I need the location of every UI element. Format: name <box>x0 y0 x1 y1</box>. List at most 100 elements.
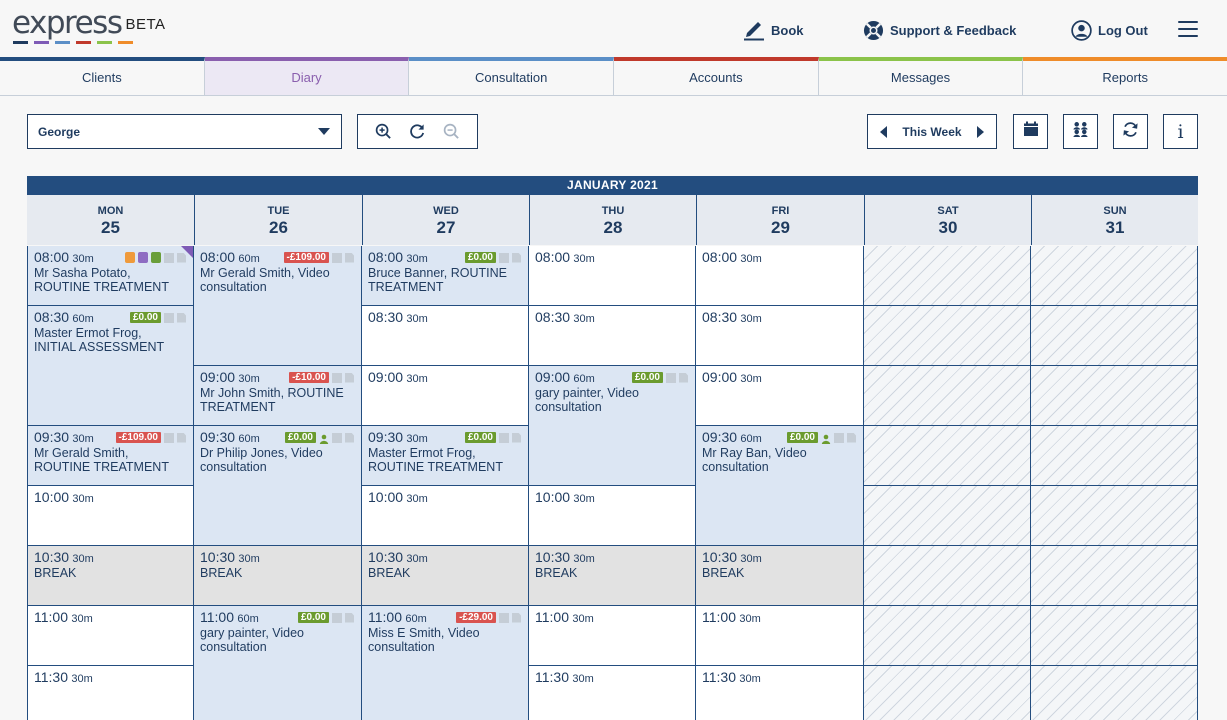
appointment[interactable]: 09:30 30m £0.00 Master Ermot Frog, ROUTINE… <box>362 426 529 486</box>
free-slot[interactable]: 11:30 30m <box>27 666 194 720</box>
appointment-status-icons: £0.00 <box>464 432 521 443</box>
express-logo[interactable]: express BETA <box>12 6 166 44</box>
note-icon <box>177 312 186 323</box>
day-header-fri[interactable]: FRI 29 <box>696 195 864 245</box>
tab-reports[interactable]: Reports <box>1023 57 1227 95</box>
appointment-description: Miss E Smith, Video consultation <box>368 626 480 654</box>
break-slot[interactable]: 10:30 30m BREAK <box>27 546 194 606</box>
appointment[interactable]: 08:00 30m Mr Sasha Potato, ROUTINE TREATM… <box>27 246 194 306</box>
support-feedback-button[interactable]: Support & Feedback <box>863 18 1016 42</box>
practitioner-select[interactable]: George <box>27 114 342 149</box>
tab-accounts[interactable]: Accounts <box>614 57 819 95</box>
appointment-description: Master Ermot Frog, INITIAL ASSESSMENT <box>34 326 165 354</box>
day-header-thu[interactable]: THU 28 <box>529 195 696 245</box>
slot-time: 10:00 <box>34 489 70 505</box>
slot-time: 11:00 <box>535 609 569 625</box>
slot-duration: 30m <box>406 373 428 385</box>
break-label: BREAK <box>368 566 411 580</box>
day-of-week: MON <box>97 205 124 217</box>
free-slot[interactable]: 08:00 30m <box>529 246 696 306</box>
week-navigator: This Week <box>867 114 997 149</box>
note-icon <box>345 432 354 443</box>
slot-time: 10:30 <box>702 549 738 565</box>
refresh-button[interactable] <box>1113 114 1148 149</box>
group-view-button[interactable] <box>1063 114 1098 149</box>
slot-time: 08:00 <box>535 249 571 265</box>
slot-duration: 60m <box>740 433 762 445</box>
next-week-icon[interactable] <box>976 125 984 138</box>
note-icon <box>679 372 688 383</box>
menu-icon[interactable] <box>1178 21 1198 37</box>
tab-diary[interactable]: Diary <box>204 57 410 95</box>
slot-duration: 60m <box>573 373 595 385</box>
free-slot[interactable]: 08:30 30m <box>529 306 696 366</box>
break-slot[interactable]: 10:30 30m BREAK <box>194 546 362 606</box>
appointment[interactable]: 09:00 60m £0.00 gary painter, Video consul… <box>529 366 696 486</box>
calendar-button[interactable] <box>1013 114 1048 149</box>
card-icon <box>164 432 174 443</box>
day-header-wed[interactable]: WED 27 <box>362 195 529 245</box>
reset-zoom-icon[interactable] <box>407 122 427 142</box>
free-slot[interactable]: 09:00 30m <box>362 366 529 426</box>
free-slot[interactable]: 11:00 30m <box>529 606 696 666</box>
slot-duration: 30m <box>406 493 428 505</box>
this-week-button[interactable]: This Week <box>902 125 961 139</box>
slot-duration: 30m <box>740 553 762 565</box>
free-slot[interactable]: 11:00 30m <box>27 606 194 666</box>
tab-clients[interactable]: Clients <box>0 57 205 95</box>
break-slot[interactable]: 10:30 30m BREAK <box>696 546 864 606</box>
appointment-status-icons: £0.00 <box>464 252 521 263</box>
tab-messages[interactable]: Messages <box>818 57 1024 95</box>
balance-badge: -£109.00 <box>115 432 161 443</box>
free-slot[interactable]: 11:00 30m <box>696 606 864 666</box>
appointment[interactable]: 09:30 60m £0.00 Dr Philip Jones, Video con… <box>194 426 362 546</box>
free-slot[interactable]: 09:00 30m <box>696 366 864 426</box>
slot-duration: 30m <box>739 673 761 685</box>
break-slot[interactable]: 10:30 30m BREAK <box>362 546 529 606</box>
appointment[interactable]: 08:00 60m -£109.00 Mr Gerald Smith, Video … <box>194 246 362 366</box>
appointment[interactable]: 11:00 60m £0.00 gary painter, Video consul… <box>194 606 362 720</box>
info-icon: i <box>1177 120 1184 143</box>
free-slot[interactable]: 08:00 30m <box>696 246 864 306</box>
free-slot[interactable]: 08:30 30m <box>696 306 864 366</box>
appointment[interactable]: 08:00 30m £0.00 Bruce Banner, ROUTINE TREA… <box>362 246 529 306</box>
appointment[interactable]: 09:30 60m £0.00 Mr Ray Ban, Video consulta… <box>696 426 864 546</box>
appointment[interactable]: 08:30 60m £0.00 Master Ermot Frog, INITIAL… <box>27 306 194 426</box>
break-slot[interactable]: 10:30 30m BREAK <box>529 546 696 606</box>
zoom-in-icon[interactable] <box>373 122 393 142</box>
unavailable-slot <box>1031 306 1198 366</box>
free-slot[interactable]: 11:30 30m <box>529 666 696 720</box>
slot-duration: 30m <box>238 553 260 565</box>
slot-time: 08:00 <box>702 249 738 265</box>
appointment[interactable]: 09:30 30m -£109.00 Mr Gerald Smith, ROUTIN… <box>27 426 194 486</box>
people-group-icon <box>1072 121 1089 143</box>
day-header-tue[interactable]: TUE 26 <box>194 195 362 245</box>
appointment-status-icons: £0.00 <box>786 432 856 444</box>
logo-color-bar <box>13 41 28 44</box>
tab-consultation[interactable]: Consultation <box>409 57 615 95</box>
free-slot[interactable]: 10:00 30m <box>529 486 696 546</box>
zoom-out-icon[interactable] <box>442 122 462 142</box>
free-slot[interactable]: 08:30 30m <box>362 306 529 366</box>
day-header-sun[interactable]: SUN 31 <box>1031 195 1198 245</box>
book-button[interactable]: Book <box>743 18 804 42</box>
slot-duration: 30m <box>572 673 594 685</box>
day-header-mon[interactable]: MON 25 <box>27 195 194 245</box>
free-slot[interactable]: 10:00 30m <box>362 486 529 546</box>
note-icon <box>177 432 186 443</box>
unavailable-slot <box>864 246 1031 306</box>
appointment[interactable]: 11:00 60m -£29.00 Miss E Smith, Video cons… <box>362 606 529 720</box>
day-header-sat[interactable]: SAT 30 <box>864 195 1031 245</box>
appointment-status-icons: £0.00 <box>631 372 688 383</box>
free-slot[interactable]: 10:00 30m <box>27 486 194 546</box>
slot-duration: 30m <box>406 253 428 265</box>
appointment-status-icons: -£109.00 <box>283 252 354 263</box>
free-slot[interactable]: 11:30 30m <box>696 666 864 720</box>
appointment[interactable]: 09:00 30m -£10.00 Mr John Smith, ROUTINE T… <box>194 366 362 426</box>
day-number: 25 <box>101 218 120 237</box>
appointment-description: gary painter, Video consultation <box>535 386 640 414</box>
balance-badge: -£109.00 <box>283 252 329 263</box>
logout-button[interactable]: Log Out <box>1071 18 1148 42</box>
previous-week-icon[interactable] <box>880 125 887 138</box>
info-button[interactable]: i <box>1163 114 1198 149</box>
